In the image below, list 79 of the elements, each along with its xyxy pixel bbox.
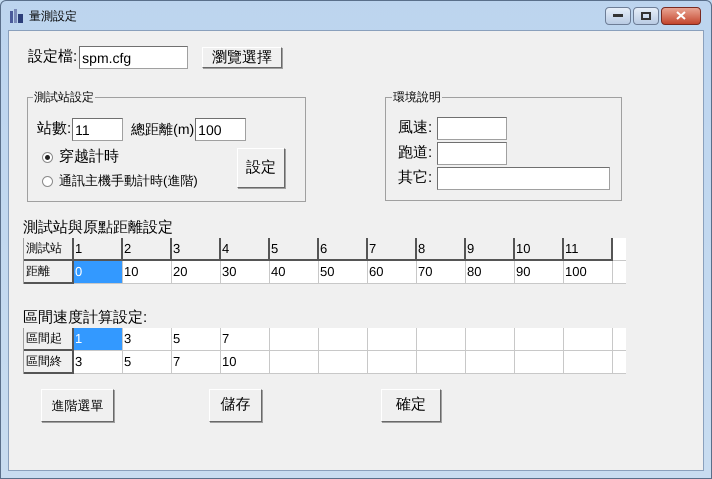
field-label: 設定檔: (28, 47, 78, 68)
radio-button[interactable] (42, 152, 53, 162)
minimize-button[interactable] (605, 6, 631, 24)
section-title: 測試站與原點距離設定 (23, 218, 174, 238)
column-header[interactable]: 10 (515, 238, 564, 261)
table-cell[interactable]: 5 (172, 328, 221, 351)
table-cell[interactable] (564, 351, 613, 374)
table-cell[interactable] (564, 328, 613, 351)
column-header[interactable]: 1 (74, 238, 123, 261)
table-cell[interactable]: 70 (417, 261, 466, 284)
radio-label: 穿越計時 (59, 148, 119, 166)
column-header[interactable]: 7 (368, 238, 417, 261)
action-button[interactable]: 確定 (381, 389, 441, 422)
row-header: 測試站 (24, 238, 74, 261)
field-label: 風速: (398, 118, 434, 138)
table-cell[interactable] (368, 328, 417, 351)
column-header[interactable]: 2 (123, 238, 172, 261)
column-header[interactable]: 3 (172, 238, 221, 261)
close-icon (676, 11, 686, 20)
table-cell[interactable]: 7 (172, 351, 221, 374)
input-field[interactable]: 11 (72, 118, 124, 141)
radio-button[interactable] (42, 176, 53, 186)
table-cell[interactable]: 10 (123, 261, 172, 284)
column-header[interactable]: 9 (466, 238, 515, 261)
table-cell[interactable] (270, 328, 319, 351)
table-cell[interactable]: 5 (123, 351, 172, 374)
table-cell[interactable] (515, 351, 564, 374)
table-cell[interactable] (270, 351, 319, 374)
table-cell[interactable] (515, 328, 564, 351)
table-cell[interactable]: 3 (123, 328, 172, 351)
table-cell[interactable]: 80 (466, 261, 515, 284)
table-cell[interactable]: 3 (74, 351, 123, 374)
row-header: 距離 (24, 261, 74, 284)
table-cell[interactable] (466, 328, 515, 351)
row-header: 區間起 (24, 328, 74, 351)
column-header[interactable]: 5 (270, 238, 319, 261)
column-header[interactable]: 8 (417, 238, 466, 261)
app-icon (9, 8, 25, 24)
action-button[interactable]: 進階選單 (41, 389, 114, 422)
table-cell[interactable] (417, 351, 466, 374)
group-title: 測試站設定 (33, 89, 95, 105)
table-cell[interactable]: 40 (270, 261, 319, 284)
browse-button[interactable]: 瀏覽選擇 (202, 47, 282, 68)
table-cell[interactable] (319, 328, 368, 351)
minimize-icon (613, 14, 623, 18)
table-cell[interactable]: 30 (221, 261, 270, 284)
action-button[interactable]: 儲存 (209, 389, 262, 422)
table-cell[interactable]: 90 (515, 261, 564, 284)
row-header: 區間終 (24, 351, 74, 374)
table-cell[interactable]: 50 (319, 261, 368, 284)
column-header[interactable]: 11 (564, 238, 613, 261)
maximize-button[interactable] (633, 6, 659, 24)
table-cell[interactable]: 20 (172, 261, 221, 284)
input-field[interactable] (437, 167, 610, 190)
close-button[interactable] (661, 6, 701, 24)
radio-label: 通訊主機手動計時(進階) (59, 172, 198, 190)
table-cell[interactable] (319, 351, 368, 374)
table-cell[interactable]: 10 (221, 351, 270, 374)
table-cell[interactable]: 60 (368, 261, 417, 284)
section-title: 區間速度計算設定: (23, 308, 148, 328)
column-header[interactable]: 4 (221, 238, 270, 261)
window-title: 量測設定 (29, 8, 77, 24)
input-field[interactable]: 100 (195, 118, 246, 141)
table-cell[interactable] (417, 328, 466, 351)
maximize-icon (641, 12, 651, 20)
table-cell[interactable] (368, 351, 417, 374)
field-label: 總距離(m) (131, 120, 194, 139)
field-label: 其它: (398, 168, 434, 188)
field-label: 跑道: (398, 143, 434, 164)
table-cell[interactable]: 7 (221, 328, 270, 351)
input-field[interactable]: spm.cfg (79, 46, 188, 69)
field-label: 站數: (37, 119, 72, 140)
table-cell[interactable]: 100 (564, 261, 613, 284)
input-field[interactable] (437, 117, 507, 140)
set-button[interactable]: 設定 (237, 148, 285, 188)
table-cell[interactable] (466, 351, 515, 374)
group-title: 環境說明 (392, 89, 442, 105)
column-header[interactable]: 6 (319, 238, 368, 261)
input-field[interactable] (437, 142, 507, 165)
